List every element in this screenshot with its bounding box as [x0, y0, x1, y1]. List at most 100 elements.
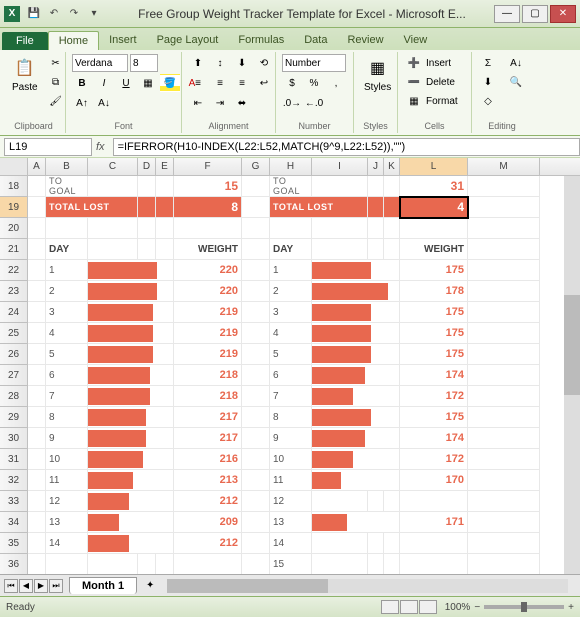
prev-sheet-button[interactable]: ◀: [19, 579, 33, 593]
fill-color-button[interactable]: 🪣: [160, 74, 180, 92]
row-header-30[interactable]: 30: [0, 428, 28, 449]
cell-G31[interactable]: [242, 449, 270, 470]
cell-L18[interactable]: 31: [400, 176, 468, 197]
cell-L26[interactable]: 175: [400, 344, 468, 365]
font-name-select[interactable]: Verdana: [72, 54, 128, 72]
cell-B34[interactable]: 13: [46, 512, 88, 533]
tab-insert[interactable]: Insert: [99, 31, 147, 50]
cell-L35[interactable]: [400, 533, 468, 554]
cell-I34[interactable]: [312, 512, 400, 533]
cell-H24[interactable]: 3: [270, 302, 312, 323]
undo-icon[interactable]: ↶: [46, 6, 62, 22]
cell-G25[interactable]: [242, 323, 270, 344]
cell-K18[interactable]: [384, 176, 400, 197]
cell-M35[interactable]: [468, 533, 540, 554]
save-icon[interactable]: 💾: [26, 6, 42, 22]
cell-I36[interactable]: [312, 554, 368, 574]
select-all-corner[interactable]: [0, 158, 28, 175]
cell-F20[interactable]: [174, 218, 242, 239]
new-sheet-button[interactable]: ✦: [141, 579, 159, 593]
cell-B27[interactable]: 6: [46, 365, 88, 386]
cell-D19[interactable]: [138, 197, 156, 218]
cell-I28[interactable]: [312, 386, 400, 407]
cell-H33[interactable]: 12: [270, 491, 312, 512]
cell-L30[interactable]: 174: [400, 428, 468, 449]
cell-H23[interactable]: 2: [270, 281, 312, 302]
cell-A31[interactable]: [28, 449, 46, 470]
col-header-M[interactable]: M: [468, 158, 540, 175]
fx-icon[interactable]: fx: [96, 141, 105, 153]
cell-H19[interactable]: TOTAL LOST: [270, 197, 368, 218]
cell-C33[interactable]: [88, 491, 174, 512]
col-header-G[interactable]: G: [242, 158, 270, 175]
cell-G24[interactable]: [242, 302, 270, 323]
cell-C21[interactable]: [88, 239, 138, 260]
cell-E19[interactable]: [156, 197, 174, 218]
cell-L34[interactable]: 171: [400, 512, 468, 533]
orientation-button[interactable]: ⟲: [254, 54, 274, 72]
cell-A35[interactable]: [28, 533, 46, 554]
row-header-19[interactable]: 19: [0, 197, 28, 218]
cell-F29[interactable]: 217: [174, 407, 242, 428]
cell-C34[interactable]: [88, 512, 174, 533]
cell-L20[interactable]: [400, 218, 468, 239]
cell-L27[interactable]: 174: [400, 365, 468, 386]
cell-I25[interactable]: [312, 323, 400, 344]
row-header-32[interactable]: 32: [0, 470, 28, 491]
cell-A20[interactable]: [28, 218, 46, 239]
row-header-21[interactable]: 21: [0, 239, 28, 260]
cell-F33[interactable]: 212: [174, 491, 242, 512]
cell-L22[interactable]: 175: [400, 260, 468, 281]
cell-E36[interactable]: [156, 554, 174, 574]
cell-C28[interactable]: [88, 386, 174, 407]
currency-button[interactable]: $: [282, 74, 302, 92]
cell-J35[interactable]: [368, 533, 384, 554]
first-sheet-button[interactable]: ⏮: [4, 579, 18, 593]
align-bottom-button[interactable]: ⬇: [232, 54, 252, 72]
formula-input[interactable]: =IFERROR(H10-INDEX(L22:L52,MATCH(9^9,L22…: [113, 138, 580, 156]
align-middle-button[interactable]: ↕: [210, 54, 230, 72]
tab-page-layout[interactable]: Page Layout: [147, 31, 229, 50]
page-break-view-button[interactable]: [419, 600, 437, 614]
cell-F31[interactable]: 216: [174, 449, 242, 470]
zoom-in-button[interactable]: +: [568, 602, 574, 613]
cell-M24[interactable]: [468, 302, 540, 323]
styles-button[interactable]: ▦ Styles: [360, 54, 395, 95]
cell-L36[interactable]: [400, 554, 468, 574]
vertical-scrollbar[interactable]: [564, 176, 580, 574]
cell-L32[interactable]: 170: [400, 470, 468, 491]
cell-H20[interactable]: [270, 218, 312, 239]
cell-G27[interactable]: [242, 365, 270, 386]
cell-D21[interactable]: [138, 239, 156, 260]
close-button[interactable]: ✕: [550, 5, 576, 23]
cell-I31[interactable]: [312, 449, 400, 470]
decrease-decimal-button[interactable]: ←.0: [304, 94, 324, 112]
autosum-button[interactable]: Σ: [478, 54, 498, 72]
cell-E20[interactable]: [156, 218, 174, 239]
cell-B32[interactable]: 11: [46, 470, 88, 491]
sort-filter-button[interactable]: A↓: [506, 54, 526, 72]
cell-G26[interactable]: [242, 344, 270, 365]
cell-I23[interactable]: [312, 281, 400, 302]
cell-I35[interactable]: [312, 533, 368, 554]
row-header-22[interactable]: 22: [0, 260, 28, 281]
cell-M21[interactable]: [468, 239, 540, 260]
cell-I26[interactable]: [312, 344, 400, 365]
cell-C25[interactable]: [88, 323, 174, 344]
format-painter-button[interactable]: 🖌: [46, 92, 66, 110]
cell-A36[interactable]: [28, 554, 46, 574]
cell-G23[interactable]: [242, 281, 270, 302]
col-header-J[interactable]: J: [368, 158, 384, 175]
cell-F23[interactable]: 220: [174, 281, 242, 302]
qat-dropdown-icon[interactable]: ▾: [86, 6, 102, 22]
cell-M32[interactable]: [468, 470, 540, 491]
cell-H31[interactable]: 10: [270, 449, 312, 470]
number-format-select[interactable]: Number: [282, 54, 346, 72]
cell-F35[interactable]: 212: [174, 533, 242, 554]
cell-F34[interactable]: 209: [174, 512, 242, 533]
row-header-31[interactable]: 31: [0, 449, 28, 470]
cell-G35[interactable]: [242, 533, 270, 554]
cell-C24[interactable]: [88, 302, 174, 323]
cell-L31[interactable]: 172: [400, 449, 468, 470]
cell-H32[interactable]: 11: [270, 470, 312, 491]
